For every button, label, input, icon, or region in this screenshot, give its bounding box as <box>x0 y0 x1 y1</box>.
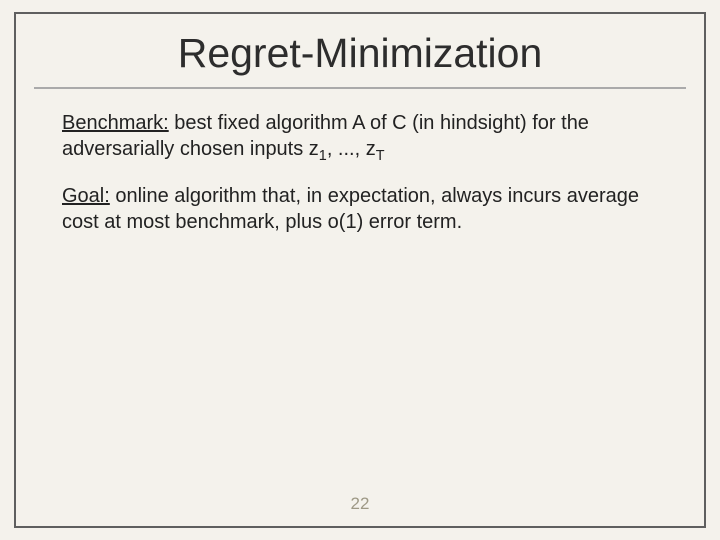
goal-label: Goal: <box>62 185 110 207</box>
benchmark-paragraph: Benchmark: best fixed algorithm A of C (… <box>62 111 658 162</box>
goal-paragraph: Goal: online algorithm that, in expectat… <box>62 184 658 235</box>
slide-body: Benchmark: best fixed algorithm A of C (… <box>16 111 704 235</box>
page-number: 22 <box>16 494 704 514</box>
title-divider <box>34 87 686 89</box>
goal-text: online algorithm that, in expectation, a… <box>62 185 639 233</box>
benchmark-sub-T: T <box>376 148 385 164</box>
benchmark-label: Benchmark: <box>62 112 169 134</box>
benchmark-text-2: , ..., z <box>327 138 376 160</box>
slide-frame: Regret-Minimization Benchmark: best fixe… <box>14 12 706 528</box>
benchmark-sub-1: 1 <box>319 148 327 164</box>
slide-title: Regret-Minimization <box>16 30 704 77</box>
slide: Regret-Minimization Benchmark: best fixe… <box>0 0 720 540</box>
